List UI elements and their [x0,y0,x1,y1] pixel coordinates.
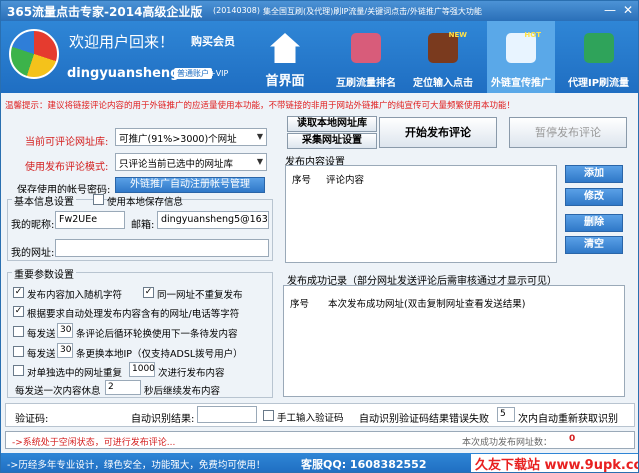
publish-mode-label: 使用发布评论模式: [25,162,109,173]
nickname-input[interactable]: Fw2UEe [55,211,125,229]
auto-result-label: 自动识别结果: [131,414,195,425]
chart-up-icon [583,33,614,63]
rotate-prefix: 每发送 [27,329,56,340]
content-col-text: 评论内容 [326,175,365,186]
tip-text: 温馨提示：建议将链接评论内容的用于外链推广的应适量使用本功能，不带链接的非用于网… [5,101,516,111]
rotate-content-checkbox[interactable] [13,326,24,337]
manual-captcha-checkbox[interactable] [263,410,274,421]
ip-suffix: 条更换本地IP（仅支持ADSL拨号用户） [76,349,243,360]
fail-suffix: 次内自动重新获取识别 [518,414,618,425]
status-message: ->系统处于空闲状态，可进行发布评论... [12,438,176,448]
auto-process-checkbox[interactable]: ✓ [13,306,24,317]
rest-seconds-input[interactable]: 2 [105,380,141,395]
window-title: 365流量点击专家-2014高级企业版 [7,5,203,19]
single-suffix: 次进行发布内容 [158,368,225,379]
buy-membership-link[interactable]: 购买会员 [191,33,235,49]
window-subtitle: 集全国互刷(及代理)刷IP流量/关键词点击/外链推广等强大功能 [263,7,482,16]
params-title: 重要参数设置 [12,266,76,281]
rotate-count-input[interactable]: 30 [57,323,73,338]
site-label: 我的网址: [11,248,55,259]
username: dingyuansheng [67,66,180,81]
status-bar: ->系统处于空闲状态，可进行发布评论... 本次成功发布网址数： 0 [5,431,635,449]
delete-button[interactable]: 删除 [565,214,623,232]
rest-prefix: 每发送一次内容休息 [15,386,101,397]
nav-proxy-ip[interactable]: 代理IP刷流量 [559,21,638,93]
no-repeat-checkbox[interactable]: ✓ [143,287,154,298]
rotate-suffix: 条评论后循环轮换使用下一条待发内容 [76,329,238,340]
vip-label: +VIP [209,69,229,78]
single-count-input[interactable]: 1000 [129,362,155,377]
welcome-text: 欢迎用户回来！ [69,33,175,51]
account-badge: 普通账户 [174,68,212,79]
no-repeat-label: 同一网址不重复发布 [157,290,243,301]
nav-home[interactable]: 首界面 [249,21,321,93]
home-icon [270,33,300,63]
app-logo-icon [9,29,59,79]
save-local-label: 使用本地保存信息 [107,197,184,208]
nav-locate-click[interactable]: NEW 定位输入点击 [405,21,481,93]
clear-button[interactable]: 清空 [565,236,623,254]
nav-traffic-rank[interactable]: 互刷流量排名 [329,21,403,93]
records-col-no: 序号 [290,299,310,310]
rest-suffix: 秒后继续发布内容 [144,386,221,397]
read-local-button[interactable]: 读取本地网址库 [287,116,377,132]
start-publish-button[interactable]: 开始发布评论 [379,117,497,148]
content-col-no: 序号 [292,175,312,186]
comment-site-label: 当前可评论网址库: [25,137,109,148]
register-account-button[interactable]: 外链推广自动注册帐号管理 [115,177,265,193]
hot-tag: HOT [524,31,541,39]
add-button[interactable]: 添加 [565,165,623,183]
footer-slogan: ->历经多年专业设计，绿色安全，功能强大，免费均可使用！ [7,460,266,471]
single-prefix: 对单独选中的网址重复 [27,368,123,379]
collect-settings-button[interactable]: 采集网址设置 [287,133,377,149]
pause-publish-button[interactable]: 暂停发布评论 [509,117,627,148]
change-ip-checkbox[interactable] [13,346,24,357]
save-local-checkbox[interactable] [93,194,104,205]
random-char-checkbox[interactable]: ✓ [13,287,24,298]
success-count-value: 0 [569,434,576,444]
basic-info-title: 基本信息设置 [12,193,76,208]
site-input[interactable] [55,239,269,257]
fail-count-input[interactable]: 5 [497,407,515,422]
edit-button[interactable]: 修改 [565,188,623,206]
fail-label: 自动识别验证码结果错误失败 [359,414,489,425]
content-list[interactable]: 序号 评论内容 [285,165,557,263]
footer-qq: 客服QQ: 1608382552 [301,458,427,471]
header: 欢迎用户回来！ 购买会员 dingyuansheng 普通账户 +VIP 首界面… [1,21,638,93]
records-col-url: 本次发布成功网址(双击复制网址查看发送结果) [328,299,526,310]
comment-site-select[interactable]: 可推广(91%>3000)个网址 [115,128,267,146]
auto-result-input[interactable] [197,406,257,423]
email-input[interactable]: dingyuansheng5@163.com [157,211,269,229]
success-count-label: 本次成功发布网址数： [462,438,553,448]
nickname-label: 我的昵称: [11,220,55,231]
email-label: 邮箱: [131,220,155,231]
random-char-label: 发布内容加入随机字符 [27,290,123,301]
captcha-label: 验证码: [15,414,49,425]
new-tag: NEW [448,31,467,39]
repeat-single-checkbox[interactable] [13,365,24,376]
manual-captcha-label: 手工输入验证码 [277,413,344,424]
records-list[interactable]: 序号 本次发布成功网址(双击复制网址查看发送结果) [283,285,625,397]
version-label: (20140308) [213,6,260,15]
footer: ->历经多年专业设计，绿色安全，功能强大，免费均可使用！ 客服QQ: 16083… [1,453,638,472]
nav-external-links[interactable]: HOT 外链宣传推广 [487,21,555,93]
heart-arrow-icon [351,33,381,63]
app-window: 365流量点击专家-2014高级企业版 (20140308) 集全国互刷(及代理… [0,0,639,473]
ip-count-input[interactable]: 30 [57,343,73,358]
minimize-button[interactable]: — [603,4,617,18]
publish-mode-select[interactable]: 只评论当前已选中的网址库 [115,153,267,171]
close-button[interactable]: ✕ [621,4,635,18]
title-bar: 365流量点击专家-2014高级企业版 (20140308) 集全国互刷(及代理… [1,1,638,21]
watermark: 久友下载站 www.9upk.com [471,454,638,472]
ip-prefix: 每发送 [27,349,56,360]
auto-process-label: 根据要求自动处理发布内容含有的网址/电话等字符 [27,309,240,320]
